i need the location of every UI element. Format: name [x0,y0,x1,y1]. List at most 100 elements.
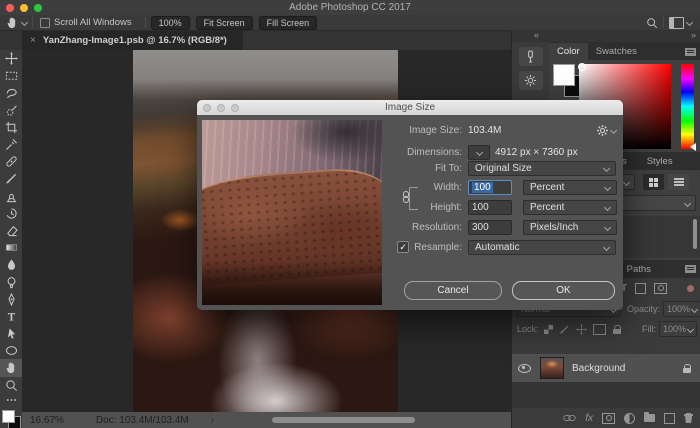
ok-button[interactable]: OK [512,281,615,300]
type-tool[interactable]: T [0,308,22,325]
dialog-titlebar[interactable]: Image Size [197,100,623,115]
close-tab-icon[interactable]: × [30,35,36,46]
color-picker-marker[interactable] [578,63,586,71]
workspace-icon[interactable] [669,17,684,29]
path-selection-tool[interactable] [0,325,22,342]
fit-to-label: Fit To: [400,163,462,174]
filter-toggle-icon[interactable] [687,285,694,292]
quick-selection-tool[interactable] [0,102,22,119]
filter-shape-layers-icon[interactable] [635,283,646,294]
resample-checkbox[interactable]: ✓ [397,241,409,253]
zoom-level-field[interactable]: 16.67% [30,415,64,426]
chevron-down-icon [684,199,691,206]
image-size-label: Image Size: [400,125,462,136]
status-chevron-icon[interactable]: › [211,415,214,426]
cancel-button[interactable]: Cancel [404,281,502,300]
expand-panels-icon[interactable]: » [691,30,696,40]
history-brush-tool[interactable] [0,205,22,222]
grid-view-button[interactable] [643,174,664,190]
lock-position-icon[interactable] [576,324,587,335]
clone-stamp-tool[interactable] [0,188,22,205]
gear-icon[interactable] [596,124,609,137]
grid-view-icon [649,178,658,187]
workspace-chevron-icon[interactable] [686,19,693,26]
options-bar: Scroll All Windows 100% Fit Screen Fill … [0,15,700,31]
doc-size-info: Doc: 103.4M/103.4M [96,415,189,426]
dimensions-unit-dropdown[interactable] [468,145,490,160]
lock-artboard-icon[interactable] [593,324,606,335]
fit-screen-button[interactable]: Fit Screen [196,16,253,30]
tools-toolbar: T [0,50,23,428]
add-mask-icon[interactable] [602,413,615,424]
history-panel-icon[interactable] [519,47,543,66]
color-panel-menu-icon[interactable] [685,48,696,56]
pen-tool[interactable] [0,291,22,308]
dodge-tool[interactable] [0,273,22,290]
tab-color[interactable]: Color [549,43,588,60]
tab-paths[interactable]: Paths [619,261,659,278]
opacity-value[interactable]: 100% [663,301,700,317]
horizontal-scrollbar-thumb[interactable] [272,417,415,423]
hue-slider[interactable] [681,64,694,149]
link-layers-icon[interactable] [563,414,576,422]
zoom-100-button[interactable]: 100% [151,16,190,30]
lasso-tool[interactable] [0,84,22,101]
list-view-button[interactable] [668,174,689,190]
layers-panel-menu-icon[interactable] [685,265,696,273]
eraser-tool[interactable] [0,222,22,239]
search-icon[interactable] [646,17,658,29]
tab-swatches[interactable]: Swatches [588,43,645,60]
properties-panel-icon[interactable] [519,71,543,90]
collapse-panels-icon[interactable]: « [534,30,539,40]
blur-tool[interactable] [0,256,22,273]
layers-action-bar: fx [512,408,700,428]
resolution-input[interactable]: 300 [468,220,512,235]
lock-transparency-icon[interactable] [544,325,553,334]
tab-styles[interactable]: Styles [639,153,681,170]
hand-tool[interactable] [0,359,22,376]
document-tab[interactable]: × YanZhang-Image1.psb @ 16.7% (RGB/8*) [22,31,243,50]
eye-icon[interactable] [518,364,531,373]
width-input[interactable]: 100 [468,180,512,195]
fill-value[interactable]: 100% [659,321,697,337]
height-unit-dropdown[interactable]: Percent [523,200,617,215]
vertical-scrollbar-thumb[interactable] [693,219,697,249]
new-layer-icon[interactable] [664,413,675,424]
hand-tool-options-icon[interactable] [6,16,19,29]
move-tool[interactable] [0,50,22,67]
width-unit-dropdown[interactable]: Percent [523,180,617,195]
image-size-preview[interactable] [202,120,382,305]
tool-preset-chevron-icon[interactable] [21,19,28,26]
adjustment-layer-icon[interactable] [624,413,635,424]
spot-healing-brush-tool[interactable] [0,153,22,170]
ellipse-tool[interactable] [0,342,22,359]
new-group-icon[interactable] [644,414,655,422]
resolution-unit-dropdown[interactable]: Pixels/Inch [523,220,617,235]
fill-screen-button[interactable]: Fill Screen [259,16,318,30]
filter-smart-objects-icon[interactable] [654,283,667,294]
foreground-color-well[interactable] [553,64,575,86]
delete-layer-icon[interactable] [684,413,693,423]
edit-toolbar-ellipsis[interactable] [0,394,22,407]
fit-to-dropdown[interactable]: Original Size [468,161,616,176]
foreground-background-colors[interactable] [0,407,22,428]
layer-effects-icon[interactable]: fx [585,413,593,424]
rectangular-marquee-tool[interactable] [0,67,22,84]
gear-chevron-icon[interactable] [610,126,617,133]
brush-tool[interactable] [0,170,22,187]
foreground-color-swatch[interactable] [2,410,15,423]
scroll-all-windows-checkbox[interactable] [40,18,50,28]
hue-slider-marker[interactable] [690,143,696,151]
resample-dropdown[interactable]: Automatic [468,240,616,255]
eyedropper-tool[interactable] [0,136,22,153]
status-bar: 16.67% Doc: 103.4M/103.4M › [22,412,511,428]
height-input[interactable]: 100 [468,200,512,215]
gradient-tool[interactable] [0,239,22,256]
layer-row-background[interactable]: Background [512,354,700,382]
zoom-tool[interactable] [0,377,22,394]
layer-thumbnail[interactable] [540,357,564,379]
lock-image-icon[interactable] [559,324,570,335]
svg-text:T: T [7,312,15,323]
crop-tool[interactable] [0,119,22,136]
lock-all-icon[interactable] [613,325,621,334]
